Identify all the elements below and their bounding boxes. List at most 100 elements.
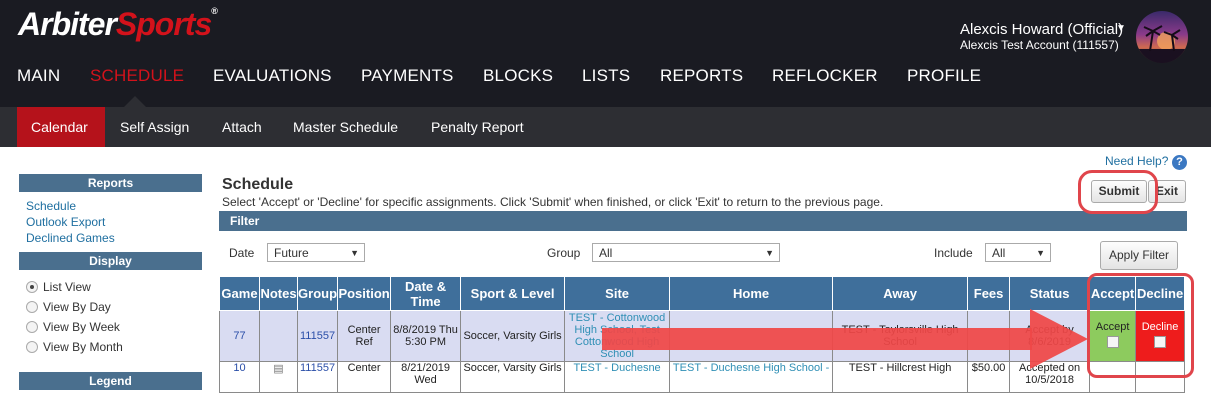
radio-icon[interactable] [26, 301, 38, 313]
display-option-label: View By Day [43, 300, 111, 314]
col-header-decline[interactable]: Decline [1135, 276, 1186, 311]
notes-icon[interactable]: ▤ [273, 363, 283, 375]
datetime-cell: 8/8/2019 Thu 5:30 PM [390, 310, 462, 362]
col-header-date-time[interactable]: Date & Time [390, 276, 462, 311]
site-cell[interactable]: TEST - Duchesne [564, 361, 671, 393]
chevron-down-icon: ▼ [350, 248, 359, 258]
sidebar-reports-header: Reports [19, 174, 202, 192]
col-header-sport-level[interactable]: Sport & Level [460, 276, 566, 311]
col-header-status[interactable]: Status [1009, 276, 1091, 311]
position-cell: Center [337, 361, 392, 393]
nav-schedule[interactable]: SCHEDULE [90, 66, 184, 86]
group-select-value: All [599, 246, 613, 260]
display-option-view-by-week[interactable]: View By Week [26, 320, 120, 334]
subnav-calendar[interactable]: Calendar [31, 119, 88, 135]
top-bar: ArbiterSports® Alexcis Howard (Official)… [0, 0, 1211, 107]
annotation-arrow-icon [1030, 309, 1088, 369]
notes-cell[interactable]: ▤ [259, 361, 298, 393]
user-menu-caret-icon[interactable]: ▼ [1116, 23, 1126, 34]
col-header-notes[interactable]: Notes [259, 276, 298, 311]
nav-lists[interactable]: LISTS [582, 66, 630, 86]
group-link[interactable]: 111557 [300, 362, 335, 374]
subnav-penalty-report[interactable]: Penalty Report [431, 119, 524, 135]
sidebar-display-header: Display [19, 252, 202, 270]
filter-header-label: Filter [230, 214, 260, 228]
nav-payments[interactable]: PAYMENTS [361, 66, 454, 86]
avatar[interactable] [1136, 11, 1188, 63]
logo-text-sports: Sports [115, 6, 212, 42]
display-option-label: List View [43, 280, 91, 294]
display-option-view-by-month[interactable]: View By Month [26, 340, 123, 354]
user-name[interactable]: Alexcis Howard (Official) [960, 21, 1123, 38]
display-option-view-by-day[interactable]: View By Day [26, 300, 111, 314]
include-select[interactable]: All ▼ [985, 243, 1051, 262]
home-link[interactable]: TEST - Duchesne High School - [673, 362, 829, 374]
game-number[interactable]: 10 [233, 362, 245, 374]
subnav-attach[interactable]: Attach [222, 119, 262, 135]
nav-reports[interactable]: REPORTS [660, 66, 743, 86]
nav-blocks[interactable]: BLOCKS [483, 66, 553, 86]
col-header-home[interactable]: Home [669, 276, 834, 311]
decline-cell [1135, 361, 1186, 393]
decline-cell[interactable]: Decline [1135, 310, 1186, 362]
radio-icon[interactable] [26, 321, 38, 333]
filter-header: Filter [219, 211, 1187, 231]
nav-profile[interactable]: PROFILE [907, 66, 981, 86]
nav-evaluations[interactable]: EVALUATIONS [213, 66, 332, 86]
main-nav: MAIN SCHEDULE EVALUATIONS PAYMENTS BLOCK… [0, 66, 1000, 90]
away-cell[interactable]: TEST - Hillcrest High [832, 361, 969, 393]
accept-cell[interactable]: Accept [1089, 310, 1137, 362]
col-header-site[interactable]: Site [564, 276, 671, 311]
exit-button[interactable]: Exit [1148, 180, 1186, 203]
group-link[interactable]: 111557 [300, 330, 335, 342]
nav-reflocker[interactable]: REFLOCKER [772, 66, 878, 86]
game-number-link[interactable]: 10 [219, 361, 260, 393]
site-link[interactable]: TEST - Duchesne [573, 362, 660, 374]
group-select[interactable]: All ▼ [592, 243, 780, 262]
decline-label: Decline [1141, 321, 1179, 333]
display-option-label: View By Week [43, 320, 120, 334]
nav-main[interactable]: MAIN [17, 66, 60, 86]
date-filter-label: Date [229, 246, 255, 260]
submit-button[interactable]: Submit [1091, 180, 1147, 203]
col-header-group[interactable]: Group [296, 276, 339, 311]
arbitersports-logo[interactable]: ArbiterSports® [18, 6, 218, 43]
subnav-self-assign[interactable]: Self Assign [120, 119, 189, 135]
col-header-position[interactable]: Position [337, 276, 392, 311]
display-option-label: View By Month [43, 340, 123, 354]
group-cell[interactable]: 111557 [296, 310, 339, 362]
sidebar-link-declined-games[interactable]: Declined Games [26, 231, 115, 245]
col-header-game[interactable]: Game [219, 276, 260, 311]
apply-filter-button[interactable]: Apply Filter [1100, 241, 1178, 270]
sport-level-cell: Soccer, Varsity Girls [460, 361, 566, 393]
accept-cell [1089, 361, 1137, 393]
col-header-fees[interactable]: Fees [967, 276, 1011, 311]
page-title: Schedule [222, 176, 294, 193]
game-number-link[interactable]: 77 [219, 310, 260, 362]
sidebar-legend-header: Legend [19, 372, 202, 390]
active-nav-pointer [124, 96, 146, 107]
need-help-link[interactable]: Need Help? [1105, 154, 1168, 168]
decline-checkbox[interactable] [1154, 336, 1167, 348]
palm-tree-sunset-icon [1136, 25, 1188, 63]
logo-text-arbiter: Arbiter [18, 6, 117, 42]
sidebar-link-schedule[interactable]: Schedule [26, 199, 76, 213]
sidebar-link-outlook-export[interactable]: Outlook Export [26, 215, 105, 229]
home-cell[interactable]: TEST - Duchesne High School - [669, 361, 834, 393]
chevron-down-icon: ▼ [1036, 248, 1045, 258]
col-header-away[interactable]: Away [832, 276, 969, 311]
game-number[interactable]: 77 [233, 330, 245, 342]
accept-checkbox[interactable] [1106, 336, 1119, 348]
radio-selected-icon[interactable] [26, 281, 38, 293]
display-option-list-view[interactable]: List View [26, 280, 91, 294]
annotation-arrow-shaft [602, 328, 1032, 350]
group-cell[interactable]: 111557 [296, 361, 339, 393]
date-select[interactable]: Future ▼ [267, 243, 365, 262]
help-icon[interactable]: ? [1172, 155, 1187, 170]
chevron-down-icon: ▼ [765, 248, 774, 258]
col-header-accept[interactable]: Accept [1089, 276, 1137, 311]
notes-cell [259, 310, 298, 362]
radio-icon[interactable] [26, 341, 38, 353]
subnav-master-schedule[interactable]: Master Schedule [293, 119, 398, 135]
user-account: Alexcis Test Account (111557) [960, 38, 1119, 52]
